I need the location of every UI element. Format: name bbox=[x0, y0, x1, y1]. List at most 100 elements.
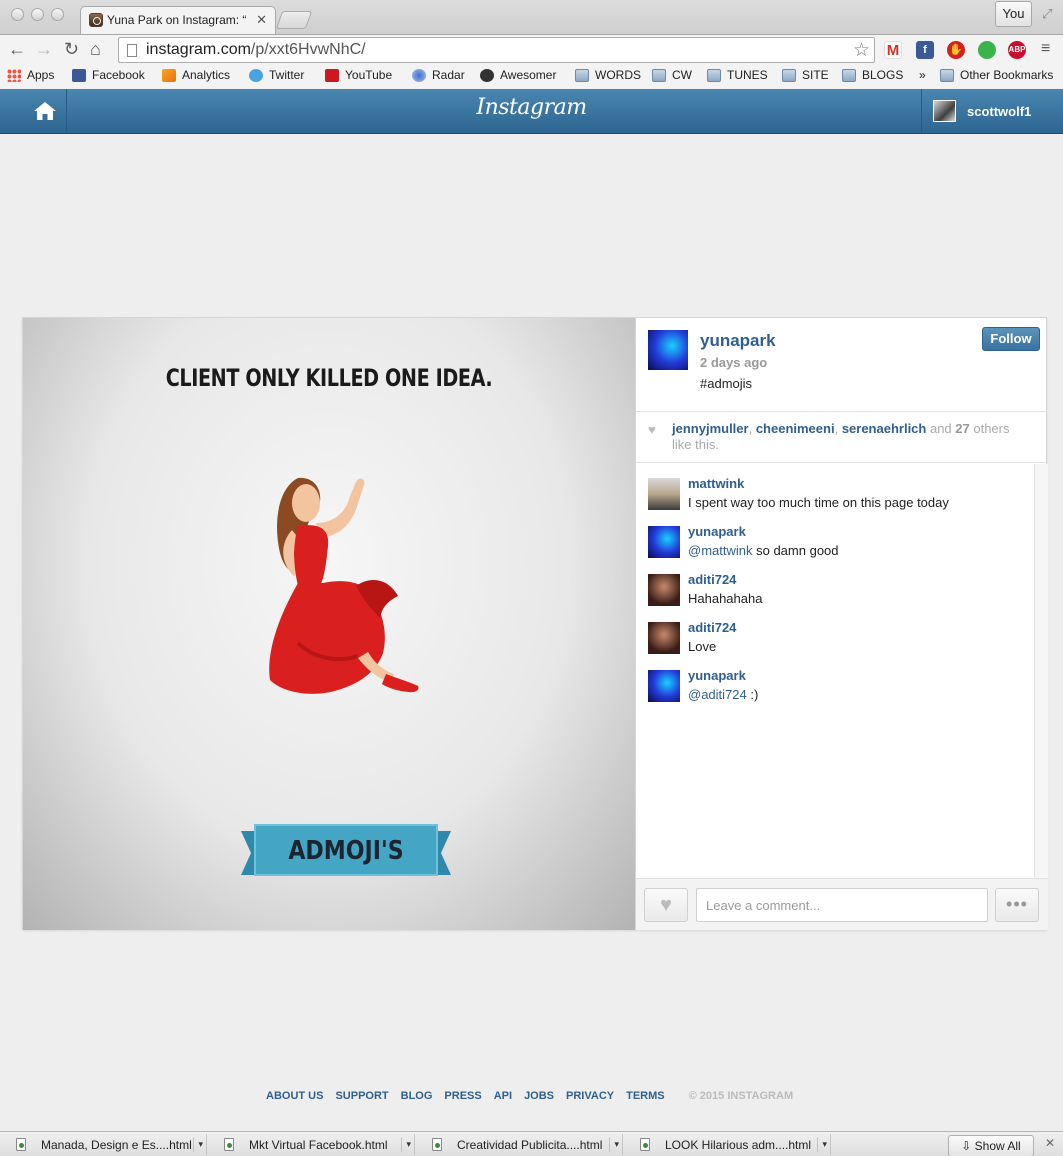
folder-icon bbox=[842, 68, 856, 82]
comment-body: Love bbox=[688, 639, 717, 654]
likes-count[interactable]: 27 bbox=[955, 421, 969, 436]
folder-icon bbox=[940, 68, 954, 82]
download-menu-arrow-icon[interactable]: ▾ bbox=[401, 1137, 411, 1152]
bookmark-star-icon[interactable]: ☆ bbox=[853, 39, 870, 62]
footer-link-jobs[interactable]: JOBS bbox=[524, 1090, 554, 1102]
bookmarks-bar: Apps Facebook Analytics Twitter YouTube … bbox=[0, 64, 1063, 88]
folder-icon bbox=[782, 68, 796, 82]
new-tab-button[interactable] bbox=[275, 11, 313, 29]
reload-icon[interactable]: ↻ bbox=[64, 40, 79, 58]
copyright: © 2015 INSTAGRAM bbox=[688, 1090, 794, 1102]
footer-link-privacy[interactable]: PRIVACY bbox=[566, 1090, 614, 1102]
avatar bbox=[933, 100, 956, 122]
back-arrow-icon[interactable]: ← bbox=[8, 40, 26, 58]
stop-extension-icon[interactable]: ✋ bbox=[947, 41, 965, 59]
download-item[interactable]: Mkt Virtual Facebook.html ▾ bbox=[208, 1134, 415, 1155]
download-menu-arrow-icon[interactable]: ▾ bbox=[817, 1137, 827, 1152]
browser-tab[interactable]: Yuna Park on Instagram: “ ✕ bbox=[80, 6, 276, 34]
post-caption: #admojis bbox=[700, 376, 753, 391]
footer-link-about[interactable]: ABOUT US bbox=[266, 1090, 323, 1102]
commenter-username[interactable]: yunapark bbox=[688, 524, 746, 539]
commenter-avatar[interactable] bbox=[648, 670, 680, 702]
post-photo[interactable]: CLIENT ONLY KILLED ONE IDEA. ADMOJI'S bbox=[23, 318, 635, 930]
close-shelf-icon[interactable]: ✕ bbox=[1045, 1136, 1055, 1150]
instagram-logo[interactable]: Instagram bbox=[0, 95, 1063, 120]
bookmark-analytics[interactable]: Analytics bbox=[162, 68, 230, 82]
bookmark-folder-other[interactable]: Other Bookmarks bbox=[940, 68, 1053, 82]
author-username[interactable]: yunapark bbox=[700, 331, 776, 351]
folder-icon bbox=[652, 68, 666, 82]
comment-item: yunapark @mattwink so damn good bbox=[648, 524, 1028, 568]
bookmarks-overflow-button[interactable]: » bbox=[919, 68, 926, 82]
menu-icon[interactable]: ≡ bbox=[1041, 40, 1050, 58]
adblock-plus-icon[interactable]: ABP bbox=[1008, 41, 1026, 59]
hangouts-icon[interactable] bbox=[978, 41, 996, 59]
instagram-favicon-icon bbox=[89, 13, 103, 27]
footer-link-terms[interactable]: TERMS bbox=[626, 1090, 665, 1102]
footer-link-api[interactable]: API bbox=[494, 1090, 512, 1102]
post-timestamp[interactable]: 2 days ago bbox=[700, 355, 767, 370]
bookmark-folder-site[interactable]: SITE bbox=[782, 68, 829, 82]
bookmark-label: Facebook bbox=[92, 68, 145, 82]
download-menu-arrow-icon[interactable]: ▾ bbox=[609, 1137, 619, 1152]
download-item[interactable]: LOOK Hilarious adm....html ▾ bbox=[624, 1134, 831, 1155]
download-item[interactable]: Manada, Design e Es....html ▾ bbox=[0, 1134, 207, 1155]
show-all-downloads-button[interactable]: ⇩ Show All bbox=[948, 1135, 1034, 1156]
gmail-icon[interactable]: M bbox=[884, 41, 902, 59]
follow-button[interactable]: Follow bbox=[982, 327, 1040, 351]
bookmark-twitter[interactable]: Twitter bbox=[249, 68, 304, 82]
footer-link-support[interactable]: SUPPORT bbox=[335, 1090, 388, 1102]
commenter-avatar[interactable] bbox=[648, 574, 680, 606]
more-options-button[interactable]: ••• bbox=[995, 888, 1039, 922]
commenter-avatar[interactable] bbox=[648, 478, 680, 510]
bookmark-radar[interactable]: Radar bbox=[412, 68, 465, 82]
twitter-icon bbox=[249, 68, 263, 82]
author-avatar[interactable] bbox=[648, 330, 688, 370]
bookmark-folder-blogs[interactable]: BLOGS bbox=[842, 68, 903, 82]
html-file-icon bbox=[640, 1138, 650, 1151]
comment-text: @aditi724 :) bbox=[688, 687, 758, 702]
liker-name[interactable]: jennyjmuller bbox=[672, 421, 749, 436]
liker-name[interactable]: cheenimeeni bbox=[756, 421, 835, 436]
footer-link-press[interactable]: PRESS bbox=[444, 1090, 481, 1102]
comments-scrollbar[interactable] bbox=[1034, 464, 1048, 878]
commenter-username[interactable]: mattwink bbox=[688, 476, 744, 491]
commenter-avatar[interactable] bbox=[648, 622, 680, 654]
footer-link-blog[interactable]: BLOG bbox=[401, 1090, 433, 1102]
bookmark-facebook[interactable]: Facebook bbox=[72, 68, 145, 82]
liker-name[interactable]: serenaehrlich bbox=[842, 421, 927, 436]
home-icon[interactable]: ⌂ bbox=[90, 40, 101, 58]
tab-close-icon[interactable]: ✕ bbox=[256, 12, 267, 28]
comment-mention[interactable]: @mattwink bbox=[688, 543, 753, 558]
bookmark-youtube[interactable]: YouTube bbox=[325, 68, 392, 82]
bookmark-folder-cw[interactable]: CW bbox=[652, 68, 692, 82]
download-item[interactable]: Creatividad Publicita....html ▾ bbox=[416, 1134, 623, 1155]
forward-arrow-icon[interactable]: → bbox=[35, 40, 53, 58]
address-bar[interactable]: instagram.com/p/xxt6HvwNhC/ ☆ bbox=[118, 37, 875, 63]
comment-item: aditi724 Love bbox=[648, 620, 1028, 664]
bookmark-folder-tunes[interactable]: TUNES bbox=[707, 68, 768, 82]
commenter-avatar[interactable] bbox=[648, 526, 680, 558]
fullscreen-icon[interactable]: ⤢ bbox=[1042, 6, 1052, 22]
home-button[interactable] bbox=[0, 89, 67, 133]
page-footer: ABOUT US SUPPORT BLOG PRESS API JOBS PRI… bbox=[266, 1090, 793, 1102]
commenter-username[interactable]: yunapark bbox=[688, 668, 746, 683]
commenter-username[interactable]: aditi724 bbox=[688, 620, 736, 635]
facebook-extension-icon[interactable]: f bbox=[916, 41, 934, 59]
comment-composer: ♥ ••• bbox=[636, 878, 1048, 930]
download-menu-arrow-icon[interactable]: ▾ bbox=[193, 1137, 203, 1152]
bookmark-folder-words[interactable]: WORDS bbox=[575, 68, 641, 82]
bookmark-apps[interactable]: Apps bbox=[7, 68, 54, 82]
likes-and-text: and bbox=[926, 421, 956, 436]
like-button[interactable]: ♥ bbox=[644, 888, 688, 922]
current-user-menu[interactable]: scottwolf1 bbox=[921, 89, 1063, 133]
bookmark-awesomer[interactable]: Awesomer bbox=[480, 68, 556, 82]
window-minimize-button[interactable] bbox=[31, 8, 44, 21]
profile-button[interactable]: You bbox=[995, 1, 1032, 27]
window-zoom-button[interactable] bbox=[51, 8, 64, 21]
awesomer-icon bbox=[480, 68, 494, 82]
window-close-button[interactable] bbox=[11, 8, 24, 21]
comment-mention[interactable]: @aditi724 bbox=[688, 687, 747, 702]
commenter-username[interactable]: aditi724 bbox=[688, 572, 736, 587]
comment-input[interactable] bbox=[696, 888, 988, 922]
